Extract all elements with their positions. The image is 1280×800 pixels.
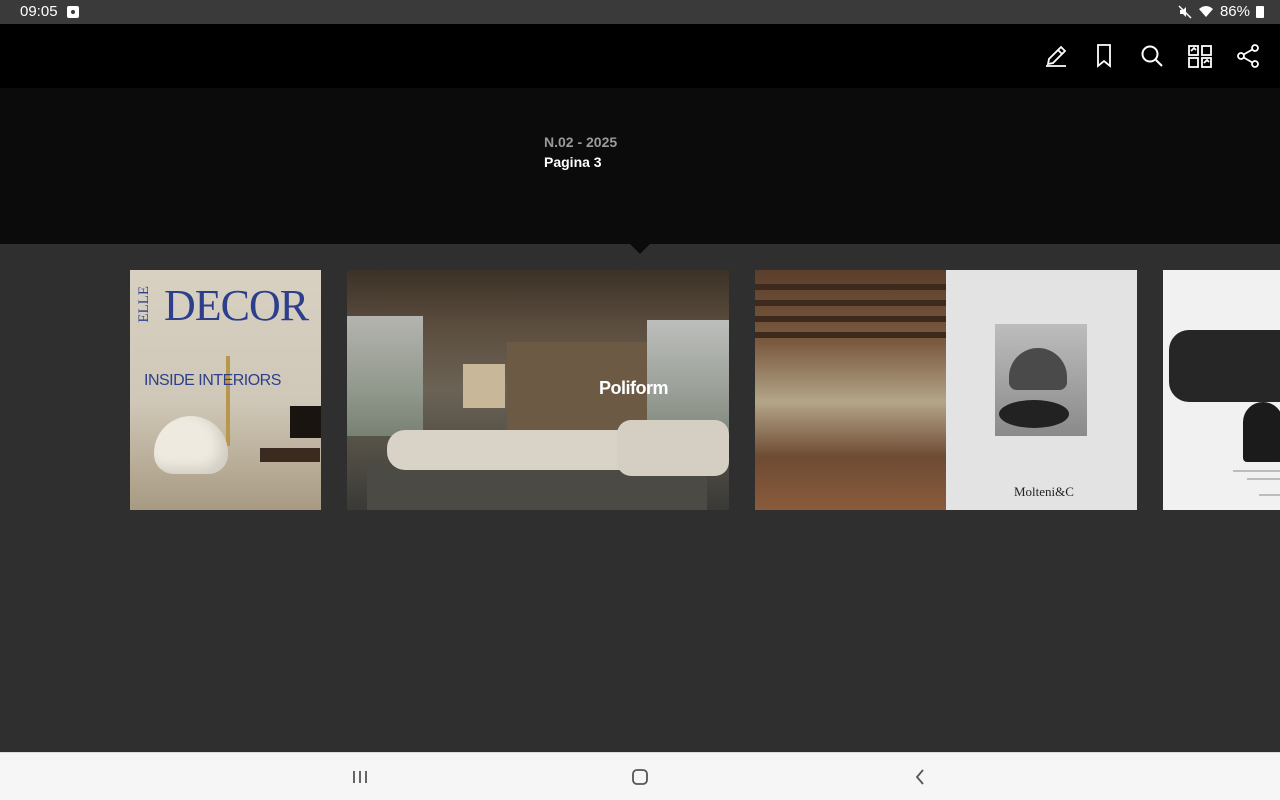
spread-person: [1243, 402, 1280, 462]
molteni-logo: Molteni&C: [1014, 484, 1074, 499]
thumbnail-cover[interactable]: ELLE DECOR INSIDE INTERIORS: [130, 270, 321, 510]
cover-masthead: DECOR: [164, 281, 309, 330]
ceiling-beam: [755, 284, 946, 290]
status-icons: 86%: [1178, 3, 1264, 20]
grid-view-icon[interactable]: [1184, 40, 1216, 72]
search-icon[interactable]: [1136, 40, 1168, 72]
thumbnail-poliform-spread[interactable]: Poliform: [347, 270, 729, 510]
cover-table: [260, 448, 320, 462]
cover-headline: INSIDE INTERIORS: [144, 372, 281, 389]
caption-line: [1233, 470, 1280, 472]
ceiling-beam: [755, 300, 946, 306]
ceiling-beam: [755, 316, 946, 322]
spread-sofa-right: [617, 420, 729, 476]
status-time: 09:05: [20, 3, 58, 20]
page-thumbnail-strip[interactable]: ELLE DECOR INSIDE INTERIORS Poliform Mol…: [0, 254, 1280, 752]
spread-artwork: [463, 364, 505, 408]
back-icon[interactable]: [908, 765, 932, 789]
current-page-label: Pagina 3: [544, 154, 602, 170]
cover-brand: ELLE: [136, 286, 152, 323]
thumbnail-molteni-spread[interactable]: Molteni&C: [755, 270, 1137, 510]
battery-icon: [1256, 5, 1264, 18]
status-bar: 09:05 86%: [0, 0, 1280, 24]
battery-percent: 86%: [1219, 3, 1250, 20]
thumbnail-next-spread[interactable]: [1163, 270, 1280, 510]
cover-fireplace: [290, 406, 321, 438]
chair-seat: [1009, 348, 1067, 390]
system-nav-bar: [0, 752, 1280, 800]
issue-number: N.02 - 2025: [544, 134, 618, 150]
caption-line: [1247, 478, 1280, 480]
reader-toolbar: [0, 24, 1280, 88]
spread-room-photo: [755, 270, 946, 510]
cover-lamp: [226, 356, 230, 446]
chair-shadow: [999, 400, 1069, 428]
home-icon[interactable]: [628, 765, 652, 789]
notification-icon: [67, 6, 79, 18]
bookmark-icon[interactable]: [1088, 40, 1120, 72]
recent-apps-icon[interactable]: [348, 765, 372, 789]
spread-dark-sofa: [1169, 330, 1280, 402]
current-page-pointer: [630, 244, 650, 254]
ceiling-beam: [755, 332, 946, 338]
share-icon[interactable]: [1232, 40, 1264, 72]
spread-window-left: [347, 316, 423, 436]
cover-armchair: [154, 416, 228, 474]
poliform-logo: Poliform: [599, 378, 669, 398]
wifi-icon: [1198, 6, 1213, 17]
mute-icon: [1178, 4, 1192, 19]
caption-line: [1259, 494, 1280, 496]
issue-info-panel: N.02 - 2025 Pagina 3: [0, 88, 1280, 244]
chair-photo: [995, 324, 1087, 436]
spread-window-right: [647, 320, 729, 430]
annotate-pen-icon[interactable]: [1040, 40, 1072, 72]
